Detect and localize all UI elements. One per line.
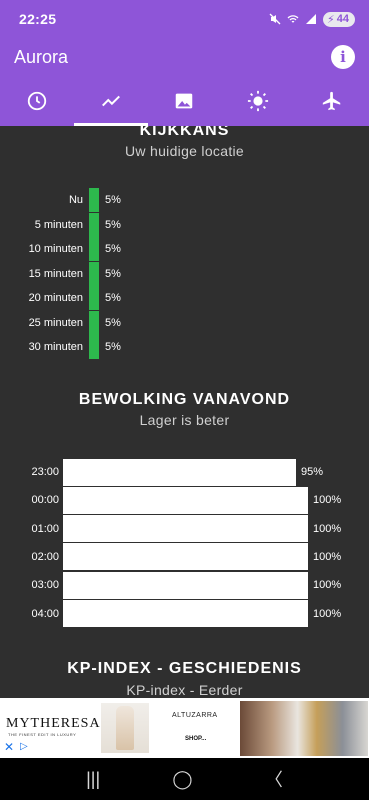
recents-icon[interactable]: ||| — [86, 769, 100, 790]
kp-title: KP-INDEX - GESCHIEDENIS — [67, 660, 302, 677]
bewolking-row-value: 100% — [313, 522, 342, 535]
kijkkans-row: Nu 5% — [0, 188, 121, 212]
kijkkans-row: 25 minuten 5% — [0, 310, 121, 335]
bewolking-row-value: 100% — [313, 550, 342, 563]
info-icon: i — [340, 48, 346, 66]
kijkkans-bar — [89, 237, 99, 261]
kijkkans-row-value: 5% — [105, 194, 121, 206]
kijkkans-row-label: 30 minuten — [28, 341, 83, 353]
battery-level: 44 — [336, 13, 349, 25]
sun-icon — [248, 90, 269, 112]
ad-designer: ALTUZARRA — [172, 712, 218, 719]
bewolking-bar — [63, 600, 308, 627]
clock-icon — [27, 91, 47, 111]
bewolking-row: 02:00 100% — [0, 543, 341, 571]
kijkkans-row: 30 minuten 5% — [0, 335, 121, 359]
kijkkans-row-label: Nu — [68, 194, 83, 206]
kijkkans-bar — [89, 261, 99, 286]
bewolking-subtitle: Lager is beter — [139, 412, 230, 428]
tab-sun[interactable] — [221, 76, 295, 126]
bewolking-bar — [63, 515, 308, 543]
bewolking-bar — [63, 486, 308, 514]
signal-icon — [306, 14, 317, 24]
app-bar: Aurora i — [0, 38, 369, 76]
bewolking-row-value: 100% — [313, 494, 342, 507]
status-time: 22:25 — [19, 11, 57, 27]
info-button[interactable]: i — [331, 45, 355, 69]
ad-banner[interactable]: MYTHERESA THE FINEST EDIT IN LUXURY ALTU… — [0, 698, 369, 758]
ad-brand: MYTHERESA — [6, 716, 101, 731]
bewolking-row-label: 01:00 — [31, 522, 59, 535]
battery-indicator: ⚡ 44 — [323, 11, 355, 27]
tab-image[interactable] — [148, 76, 222, 126]
bewolking-row-label: 02:00 — [31, 550, 59, 563]
kijkkans-row: 5 minuten 5% — [0, 212, 121, 237]
bewolking-row-value: 100% — [313, 607, 342, 620]
kijkkans-row-label: 5 minuten — [34, 218, 83, 231]
ad-models-image — [240, 701, 368, 756]
bewolking-row: 23:00 95% — [0, 458, 323, 486]
tab-trend[interactable] — [73, 76, 148, 126]
ad-dress-image — [116, 706, 134, 750]
trend-icon — [101, 95, 120, 107]
airplane-icon — [322, 91, 341, 111]
back-icon[interactable]: 〈 — [265, 766, 283, 792]
bewolking-bar — [63, 543, 308, 571]
bewolking-row-value: 95% — [301, 466, 324, 478]
kijkkans-bar — [89, 212, 99, 237]
wifi-icon — [287, 15, 299, 23]
bewolking-row-value: 100% — [313, 579, 342, 592]
kijkkans-row: 20 minuten 5% — [0, 286, 121, 310]
content-scroll[interactable]: KIJKKANS Uw huidige locatie Nu 5% 5 minute… — [0, 126, 369, 698]
bewolking-bar — [63, 458, 296, 486]
kijkkans-row: 15 minuten 5% — [0, 261, 121, 286]
kijkkans-row-label: 10 minuten — [28, 243, 83, 255]
bewolking-row-label: 00:00 — [31, 494, 59, 507]
tab-airplane[interactable] — [295, 76, 369, 126]
kp-subtitle: KP-index - Eerder — [126, 682, 243, 698]
kijkkans-bar — [89, 188, 99, 212]
kijkkans-row-value: 5% — [105, 243, 121, 255]
kijkkans-row-label: 15 minuten — [28, 267, 83, 280]
bewolking-row-label: 23:00 — [31, 466, 59, 478]
status-bar: 22:25 ⚡ 44 — [0, 0, 369, 38]
ad-choices-icon[interactable]: ▷ — [20, 741, 28, 752]
image-icon — [176, 93, 193, 109]
kijkkans-row-value: 5% — [105, 292, 121, 304]
tab-clock[interactable] — [0, 76, 74, 126]
app-title: Aurora — [14, 46, 69, 67]
kijkkans-bar — [89, 335, 99, 359]
ad-tagline: THE FINEST EDIT IN LUXURY — [8, 732, 77, 737]
system-nav-bar: ||| ◯ 〈 — [0, 758, 369, 800]
kijkkans-row-label: 20 minuten — [28, 292, 83, 304]
charging-icon: ⚡ — [327, 13, 335, 26]
bewolking-row: 01:00 100% — [0, 515, 341, 543]
bewolking-row-label: 04:00 — [31, 607, 59, 620]
kijkkans-subtitle: Uw huidige locatie — [124, 143, 245, 159]
bewolking-row: 03:00 100% — [0, 571, 341, 599]
ad-shop-link[interactable]: SHOP... — [185, 736, 206, 742]
kijkkans-bar — [89, 310, 99, 335]
status-icons: ⚡ 44 — [269, 11, 355, 27]
home-icon[interactable]: ◯ — [172, 769, 192, 790]
bewolking-row: 00:00 100% — [0, 486, 341, 514]
kijkkans-row-value: 5% — [105, 267, 121, 280]
mute-icon — [269, 13, 281, 25]
kijkkans-bar — [89, 286, 99, 310]
kijkkans-row: 10 minuten 5% — [0, 237, 121, 261]
bewolking-row: 04:00 100% — [0, 600, 341, 628]
kijkkans-row-value: 5% — [105, 218, 121, 231]
bewolking-title: BEWOLKING VANAVOND — [78, 391, 291, 408]
bewolking-bar — [63, 571, 308, 599]
kijkkans-title: KIJKKANS — [139, 126, 230, 139]
kijkkans-row-value: 5% — [105, 341, 121, 353]
ad-close-icon[interactable]: ✕ — [4, 740, 14, 754]
kijkkans-row-value: 5% — [105, 316, 121, 329]
bewolking-row-label: 03:00 — [31, 579, 59, 592]
tab-bar — [0, 76, 369, 126]
kijkkans-row-label: 25 minuten — [28, 316, 83, 329]
